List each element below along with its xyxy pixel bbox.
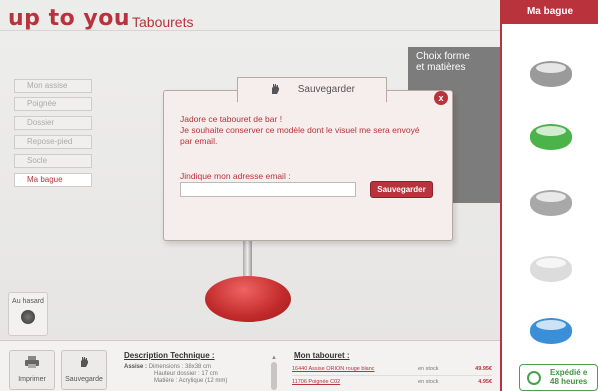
dice-icon [21,310,35,324]
message-line-2: Je souhaite conserver ce modèle dont le … [180,125,420,135]
options-menu-title-line2: et matières [416,62,466,73]
save-dialog-tab: Sauvegarder [237,77,387,102]
ring-option-gray[interactable] [530,190,572,216]
page-title: Tabourets [132,14,194,30]
email-label: Jindique mon adresse email : [180,171,291,181]
description-line3: Matière : Acrylique (12 mm) [154,378,228,384]
options-menu-title-line1: Choix forme [416,51,470,62]
save-dialog-title: Sauvegarder [297,84,356,95]
menu-item-repose-pied[interactable]: Repose-pied [14,135,92,149]
email-field[interactable] [180,182,356,197]
ring-option-blue[interactable] [530,318,572,344]
description-assise-label: Assise : [124,364,148,370]
menu-item-assise[interactable]: Mon assise [14,79,92,93]
ring-panel: Ma bague [500,0,598,391]
item-stock: en stock [418,379,439,385]
description-text: Assise : Dimensions : 38x38 cm Hauteur d… [124,364,227,385]
row-divider [292,375,492,376]
random-label: Au hasard [12,298,44,305]
item-stock: en stock [418,366,439,372]
hand-icon [81,357,88,367]
item-price: 4.95€ [478,379,492,385]
options-menu-title: Choix forme et matières [408,47,500,77]
hand-icon [271,84,279,95]
stool-pole [243,238,252,280]
item-name[interactable]: 16440 Assise ORION rouge blanc [292,366,375,372]
print-button[interactable]: Imprimer [9,350,55,390]
item-name[interactable]: 11706 Poignée C02 [292,379,340,385]
menu-item-bague[interactable]: Ma bague [14,173,92,187]
random-button[interactable]: Au hasard [8,292,48,336]
save-dialog [163,90,453,241]
ring-option-green[interactable] [530,124,572,150]
scroll-up-icon[interactable]: ▲ [271,355,277,361]
shipping-line2: 48 heures [550,377,588,386]
brand-logo[interactable]: up to you [8,6,130,31]
close-icon[interactable]: x [434,91,448,105]
description-line2: Hauteur dossier : 17 cm [154,371,218,377]
shipping-badge: Expédié e 48 heures [519,364,598,391]
save-toolbar-label: Sauvegarde [65,376,103,383]
menu-item-dossier[interactable]: Dossier [14,116,92,130]
stool-base [205,276,291,322]
save-dialog-message: Jadore ce tabouret de bar ! Je souhaite … [180,114,440,147]
menu-item-poignee[interactable]: Poignée [14,97,92,111]
save-button[interactable]: Sauvegarder [370,181,433,198]
scrollbar[interactable] [271,362,277,390]
description-title: Description Technique : [124,351,215,360]
clock-icon [527,371,541,385]
printer-icon [25,356,39,368]
item-price: 49.95€ [475,366,492,372]
save-toolbar-button[interactable]: Sauvegarde [61,350,107,390]
ring-panel-title: Ma bague [502,0,598,24]
message-line-3: par email. [180,136,218,146]
shipping-text: Expédié e 48 heures [550,368,587,386]
ring-option-silver[interactable] [530,61,572,87]
shipping-line1: Expédié e [550,368,588,377]
message-line-1: Jadore ce tabouret de bar ! [180,114,283,124]
print-label: Imprimer [18,376,46,383]
my-stool-title: Mon tabouret : [294,351,350,360]
menu-item-socle[interactable]: Socle [14,154,92,168]
description-line1: Dimensions : 38x38 cm [148,364,212,370]
ring-option-white[interactable] [530,256,572,282]
